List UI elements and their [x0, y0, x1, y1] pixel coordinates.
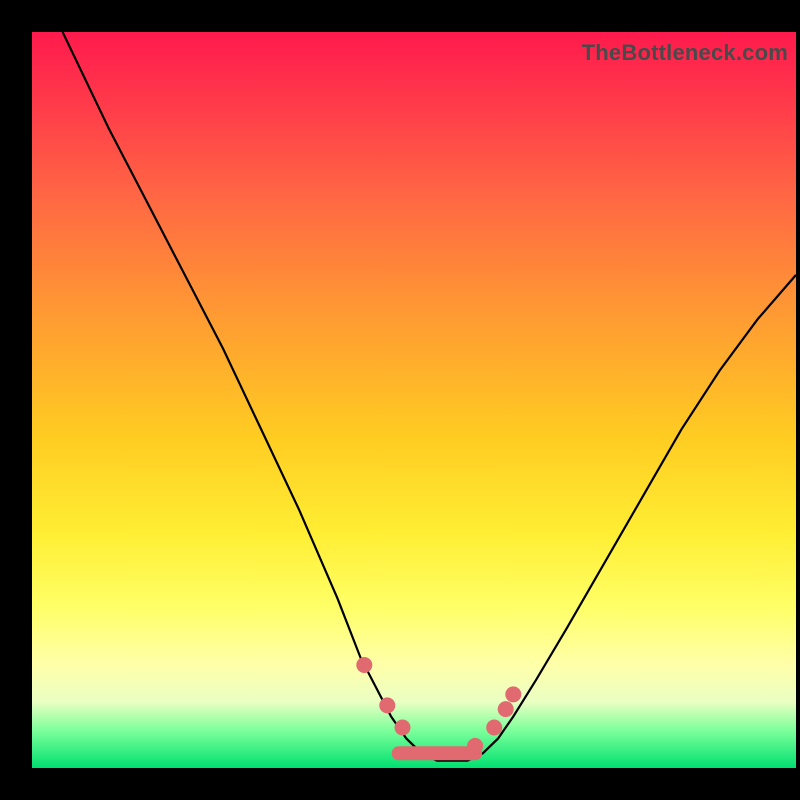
plot-area: TheBottleneck.com — [32, 32, 796, 768]
curve-marker — [505, 686, 521, 702]
curve-marker — [467, 738, 483, 754]
curve-marker — [498, 701, 514, 717]
curve-marker — [379, 697, 395, 713]
curve-marker — [356, 657, 372, 673]
bottleneck-curve — [32, 32, 796, 768]
curve-path — [63, 32, 796, 761]
chart-frame: TheBottleneck.com — [0, 0, 800, 800]
curve-marker — [486, 720, 502, 736]
curve-marker — [395, 720, 411, 736]
